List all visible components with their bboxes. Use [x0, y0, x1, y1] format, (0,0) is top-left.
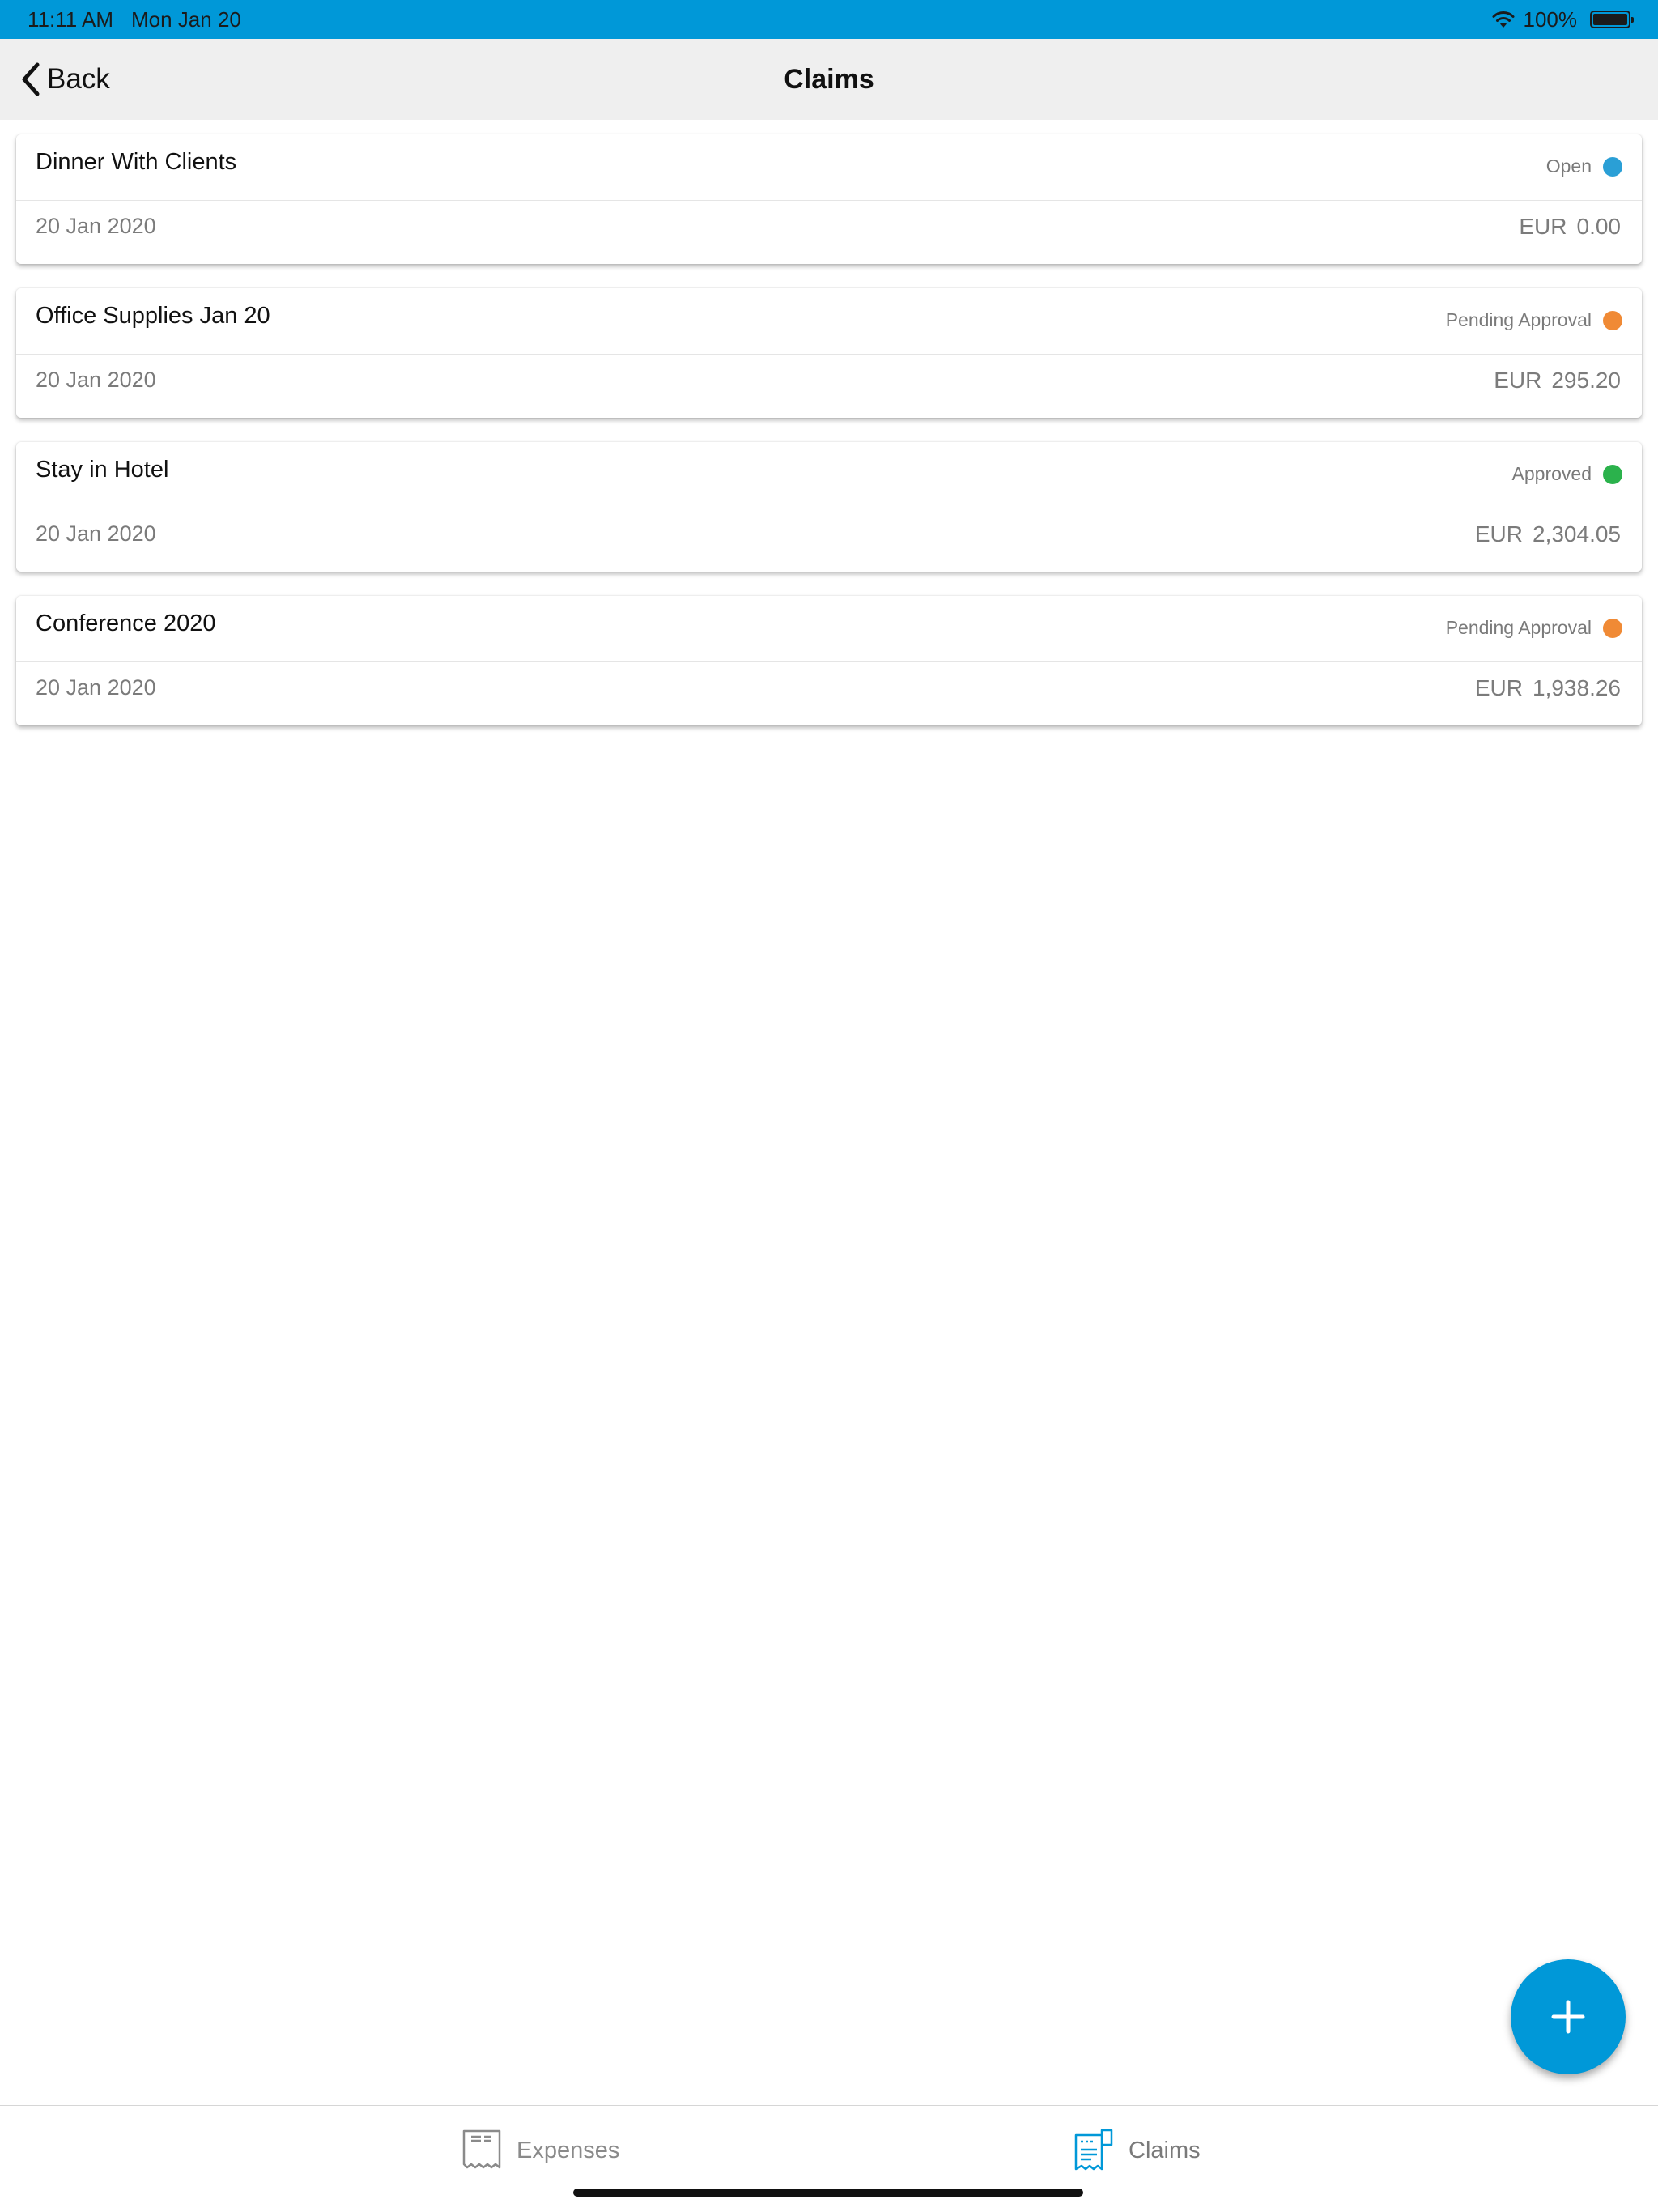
- claim-date: 20 Jan 2020: [36, 521, 156, 546]
- claim-document-icon: [1074, 2129, 1113, 2171]
- claim-date: 20 Jan 2020: [36, 214, 156, 238]
- battery-fill: [1593, 14, 1627, 25]
- wifi-icon: [1492, 11, 1514, 28]
- claim-status-label: Approved: [1511, 463, 1592, 484]
- claim-date: 20 Jan 2020: [36, 675, 156, 700]
- claim-amount: EUR 2,304.05: [1475, 521, 1621, 547]
- claim-card[interactable]: Office Supplies Jan 20 Pending Approval …: [16, 288, 1642, 418]
- page-title: Claims: [784, 63, 874, 95]
- claim-card[interactable]: Stay in Hotel Approved 20 Jan 2020 EUR 2…: [16, 442, 1642, 572]
- claim-amount: EUR 0.00: [1519, 214, 1621, 240]
- tab-expenses-label: Expenses: [517, 2137, 620, 2163]
- status-dot: [1603, 618, 1622, 638]
- claim-currency: EUR: [1494, 368, 1542, 393]
- status-time: 11:11 AM: [28, 6, 113, 32]
- claim-card[interactable]: Dinner With Clients Open 20 Jan 2020 EUR…: [16, 134, 1642, 264]
- claim-card[interactable]: Conference 2020 Pending Approval 20 Jan …: [16, 596, 1642, 725]
- claim-status: Pending Approval: [1446, 309, 1622, 331]
- claim-currency: EUR: [1474, 521, 1523, 547]
- claim-amount: EUR 1,938.26: [1475, 675, 1621, 701]
- card-header: Dinner With Clients Open: [16, 134, 1642, 201]
- status-right: 100%: [1491, 6, 1634, 32]
- card-header: Office Supplies Jan 20 Pending Approval: [16, 288, 1642, 355]
- receipt-icon: [462, 2129, 501, 2169]
- claim-status: Open: [1546, 155, 1622, 177]
- battery-percent: 100%: [1523, 6, 1578, 32]
- status-left: 11:11 AM Mon Jan 20: [28, 7, 241, 32]
- claim-title: Dinner With Clients: [36, 149, 237, 175]
- add-claim-button[interactable]: [1511, 1959, 1626, 2074]
- card-header: Stay in Hotel Approved: [16, 442, 1642, 508]
- tab-claims[interactable]: Claims: [1073, 2129, 1201, 2172]
- claim-title: Office Supplies Jan 20: [36, 303, 270, 329]
- claim-amount-value: 1,938.26: [1533, 675, 1621, 700]
- claim-amount-value: 295.20: [1551, 368, 1621, 393]
- claims-screen: 11:11 AM Mon Jan 20 100% Back Claims Din…: [0, 0, 1658, 2212]
- claim-status: Approved: [1512, 463, 1622, 485]
- claim-status: Pending Approval: [1446, 617, 1622, 639]
- status-bar: 11:11 AM Mon Jan 20 100%: [0, 0, 1658, 39]
- claim-amount-value: 2,304.05: [1533, 521, 1621, 547]
- status-dot: [1603, 310, 1622, 330]
- claim-title: Stay in Hotel: [36, 457, 169, 483]
- claim-amount: EUR 295.20: [1494, 368, 1621, 393]
- navigation-bar: Back Claims: [0, 39, 1658, 120]
- tab-expenses[interactable]: Expenses: [461, 2129, 619, 2172]
- status-date: Mon Jan 20: [131, 6, 241, 32]
- claim-title: Conference 2020: [36, 610, 216, 636]
- claims-list: Dinner With Clients Open 20 Jan 2020 EUR…: [16, 134, 1642, 750]
- claim-status-label: Pending Approval: [1445, 617, 1592, 638]
- claim-status-label: Open: [1545, 155, 1592, 177]
- claim-currency: EUR: [1519, 214, 1567, 239]
- claim-amount-value: 0.00: [1576, 214, 1622, 239]
- claim-status-label: Pending Approval: [1445, 309, 1592, 330]
- battery-icon: [1590, 11, 1634, 28]
- claim-date: 20 Jan 2020: [36, 368, 156, 392]
- card-header: Conference 2020 Pending Approval: [16, 596, 1642, 662]
- plus-icon: [1551, 2000, 1585, 2034]
- home-indicator: [573, 2189, 1083, 2197]
- status-dot: [1603, 156, 1622, 177]
- status-dot: [1603, 464, 1622, 484]
- claim-currency: EUR: [1474, 675, 1523, 700]
- tab-claims-label: Claims: [1129, 2137, 1201, 2163]
